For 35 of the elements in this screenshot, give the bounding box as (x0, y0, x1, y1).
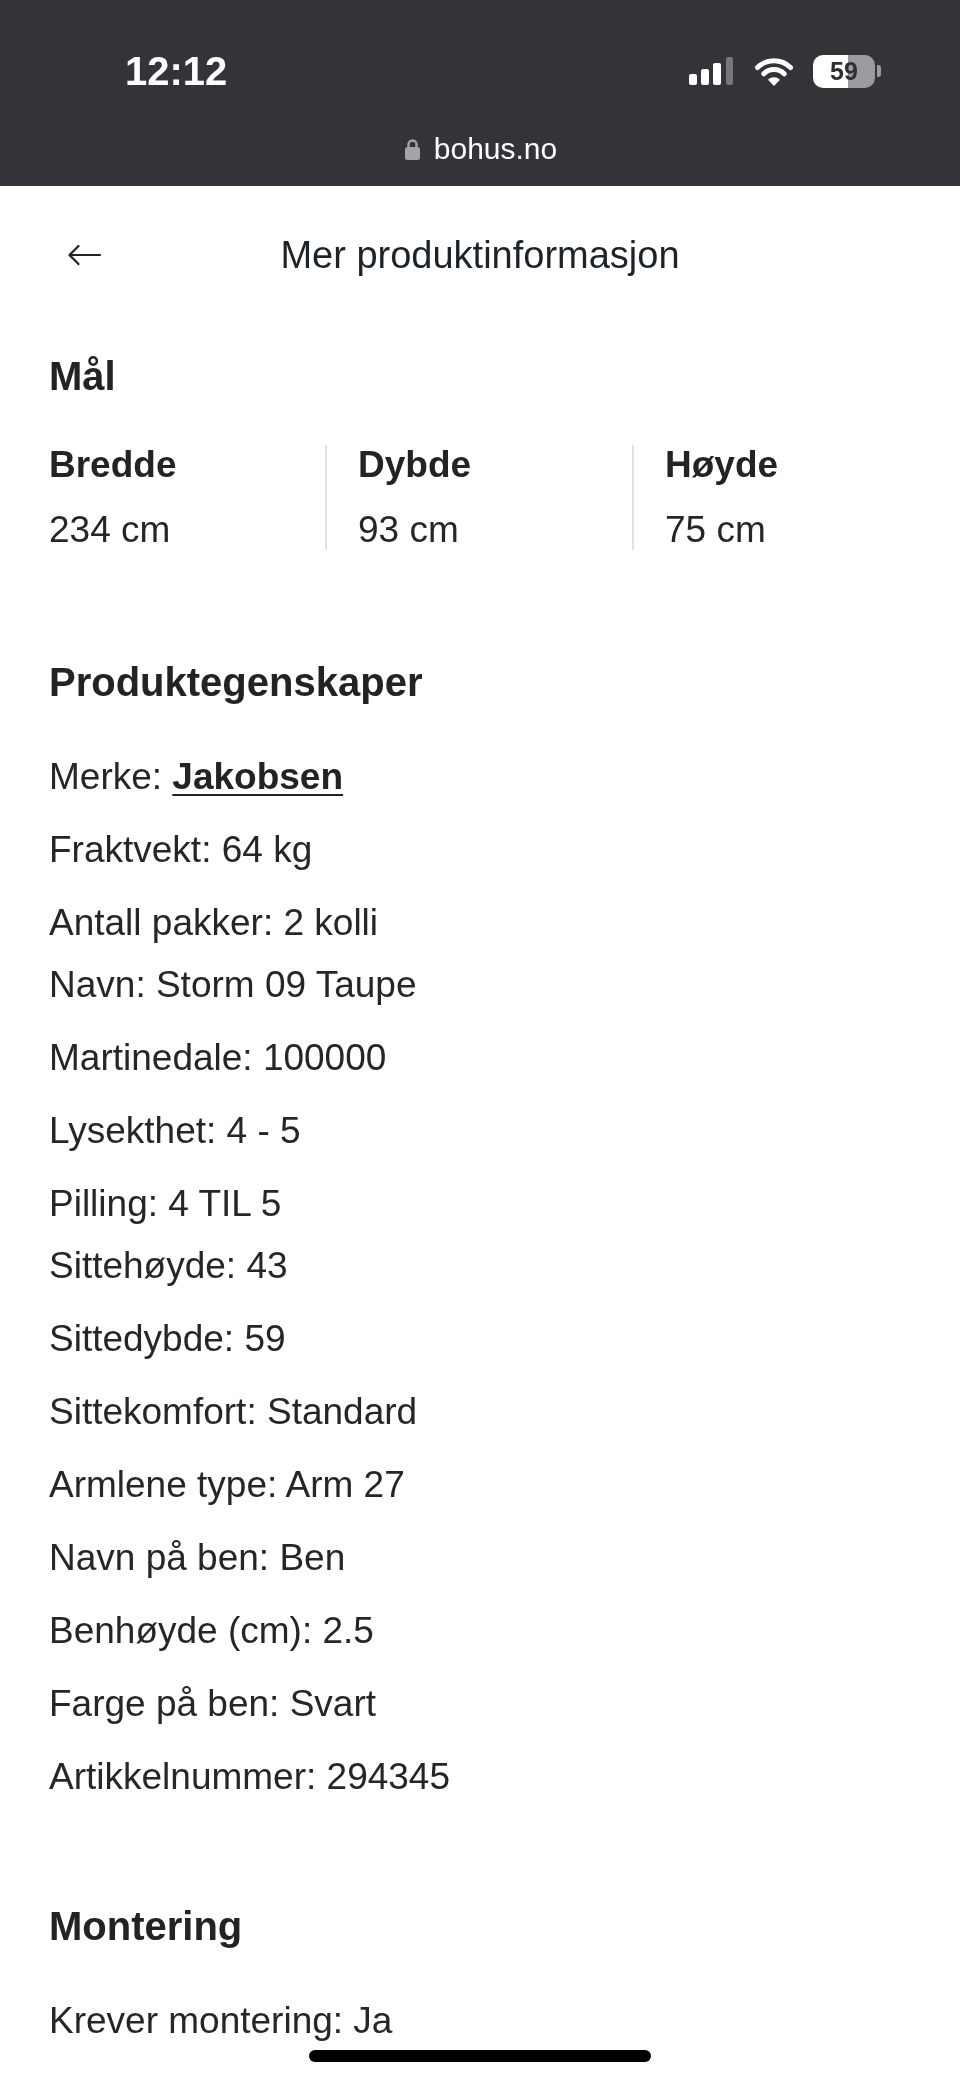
property-text: Martinedale: 100000 (49, 1036, 388, 1080)
property-text: Armlene type: Arm 27 (49, 1463, 406, 1507)
property-text: Pilling: 4 TIL 5 (49, 1182, 283, 1226)
dimension-label: Bredde (49, 445, 178, 485)
address-url[interactable]: bohus.no (433, 131, 558, 167)
dimension-label: Dybde (358, 445, 473, 485)
arrow-left-icon (67, 244, 101, 266)
property-text: Sittehøyde: 43 (49, 1244, 289, 1288)
battery-indicator: 59 (813, 54, 881, 88)
property-text: Farge på ben: Svart (49, 1682, 378, 1726)
property-text: Navn på ben: Ben (49, 1536, 347, 1580)
signal-icon (689, 57, 735, 85)
lock-icon (404, 138, 420, 160)
property-text: Sittedybde: 59 (49, 1317, 287, 1361)
dimension-label: Høyde (665, 445, 780, 485)
property-text: Benhøyde (cm): 2.5 (49, 1609, 375, 1653)
property-text: Fraktvekt: 64 kg (49, 828, 314, 872)
property-text: Krever montering: Ja (49, 1999, 394, 2043)
section-heading: Produktegenskaper (49, 659, 424, 706)
property-text: Artikkelnummer: 294345 (49, 1755, 452, 1799)
property-text: Antall pakker: 2 kolli (49, 901, 380, 945)
property-label: Merke: (49, 756, 163, 797)
section-heading: Mål (49, 353, 117, 400)
page-title: Mer produktinformasjon (280, 233, 680, 278)
dimension-value: 75 cm (665, 510, 767, 550)
back-button[interactable] (67, 244, 101, 266)
property-text: Navn: Storm 09 Taupe (49, 963, 418, 1007)
property-text: Lysekthet: 4 - 5 (49, 1109, 302, 1153)
clock-time: 12:12 (125, 48, 228, 95)
dimension-value: 234 cm (49, 510, 172, 550)
brand-link[interactable]: Jakobsen (172, 756, 344, 797)
wifi-icon (753, 55, 795, 87)
section-heading: Montering (49, 1903, 244, 1950)
property-text: Sittekomfort: Standard (49, 1390, 419, 1434)
dimension-value: 93 cm (358, 510, 460, 550)
